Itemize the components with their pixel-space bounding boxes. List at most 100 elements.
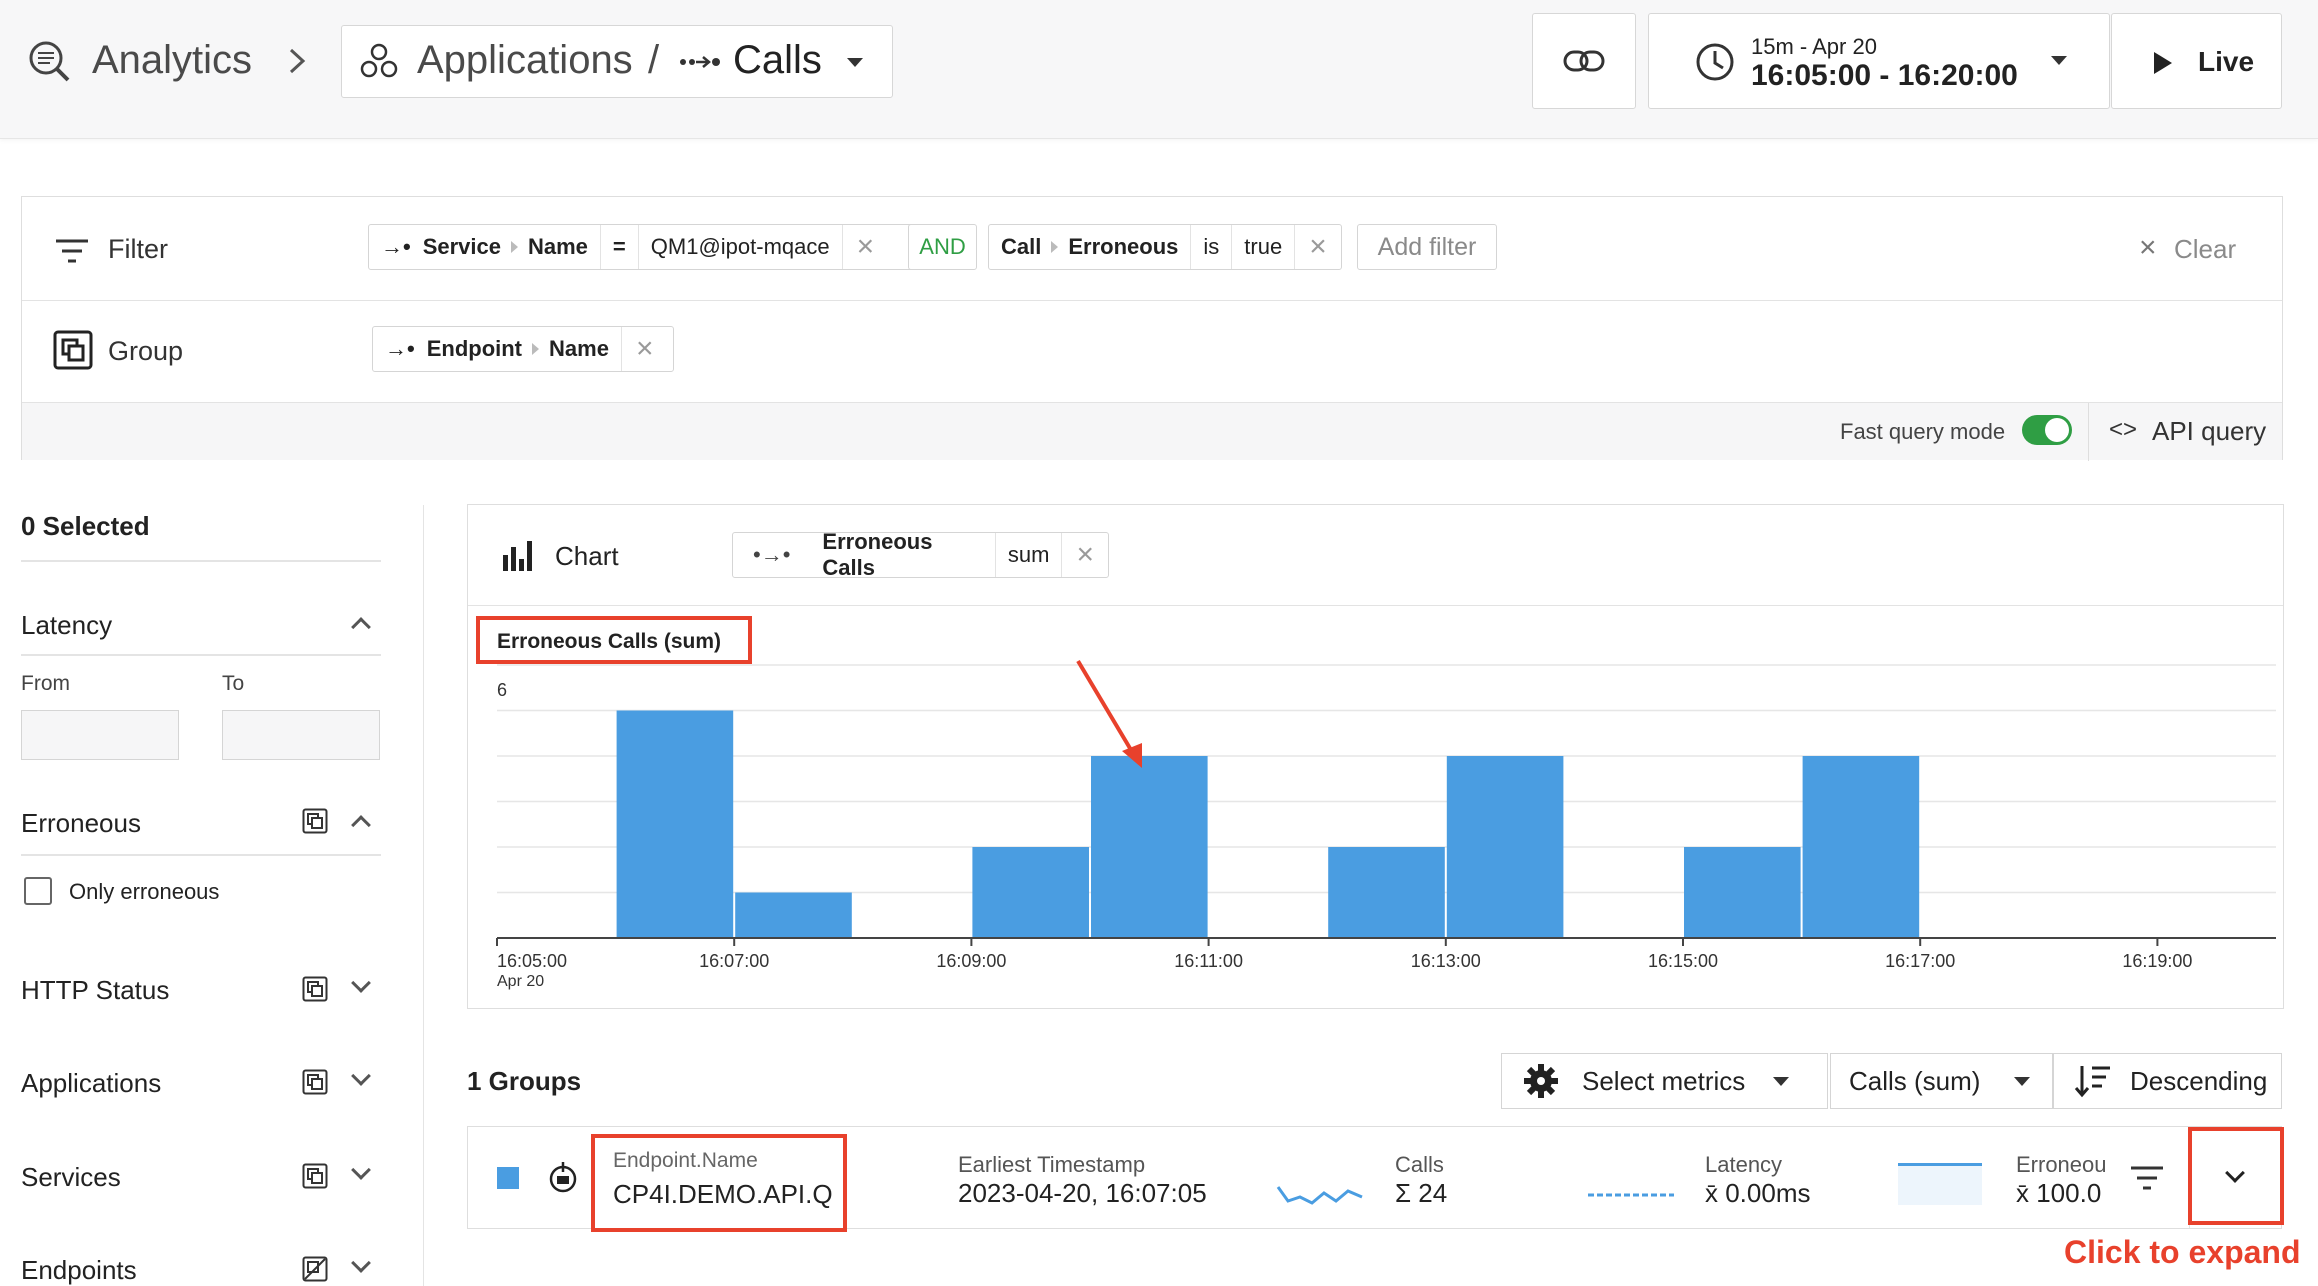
bar-16:10:30[interactable]	[1091, 756, 1208, 938]
erroneous-calls-bar-chart: 16:05:00 16:07:00 16:09:00 16:11:00 16:13:00…	[496, 664, 2276, 971]
http-status-section-title[interactable]: HTTP Status	[21, 975, 169, 1006]
separator-icon	[511, 241, 518, 253]
services-section-title[interactable]: Services	[21, 1162, 121, 1193]
copy-icon[interactable]	[302, 1163, 328, 1189]
expand-icon[interactable]	[351, 1160, 371, 1180]
gear-icon	[1524, 1064, 1558, 1098]
erroneous-value: x̄ 100.0	[2016, 1178, 2102, 1208]
latency-to-label: To	[222, 672, 245, 695]
copy-icon[interactable]	[302, 1069, 328, 1095]
top-bar: Analytics Applications / Calls 15m - Apr…	[0, 0, 2318, 139]
timestamp-label: Earliest Timestamp	[958, 1152, 1146, 1177]
separator-icon	[532, 343, 540, 355]
select-metrics-label: Select metrics	[1582, 1065, 1746, 1096]
endpoints-section-title[interactable]: Endpoints	[21, 1255, 137, 1286]
sort-order-button[interactable]: Descending	[2053, 1053, 2282, 1109]
remove-group-icon[interactable]: ×	[622, 327, 668, 371]
fast-query-toggle[interactable]	[2022, 415, 2072, 445]
copy-icon[interactable]	[302, 976, 328, 1002]
clear-filters-button[interactable]: Clear	[2174, 234, 2236, 265]
breadcrumb-analytics[interactable]: Analytics	[92, 38, 252, 83]
latency-to-input[interactable]	[222, 710, 380, 760]
filter-and-operator[interactable]: AND	[908, 224, 977, 270]
live-label: Live	[2198, 46, 2255, 77]
expand-icon[interactable]	[351, 973, 371, 993]
dropdown-arrow-icon	[1773, 1076, 1790, 1086]
latency-from-label: From	[21, 672, 70, 695]
calls-value: Σ 24	[1395, 1178, 1448, 1208]
bar-16:12:30[interactable]	[1328, 847, 1445, 938]
view-separator: /	[648, 38, 660, 82]
clear-icon: ×	[2139, 231, 2157, 264]
latency-label: Latency	[1705, 1152, 1783, 1177]
fast-query-label: Fast query mode	[1840, 419, 2006, 444]
group-entity: Endpoint	[426, 336, 523, 361]
dropdown-arrow-icon	[847, 58, 863, 67]
api-query-button[interactable]: API query	[2152, 416, 2266, 447]
erroneous-sparkline	[1898, 1163, 1982, 1205]
filter-pill-call-erroneous[interactable]: Call Erroneous is true ×	[988, 224, 1342, 270]
dropdown-arrow-icon	[2051, 56, 2067, 65]
only-erroneous-label: Only erroneous	[69, 879, 220, 904]
copy-link-button[interactable]	[1532, 13, 1636, 109]
series-color-swatch	[497, 1167, 519, 1189]
filter-label: Filter	[108, 234, 168, 264]
bar-16:07:30[interactable]	[735, 892, 852, 939]
calls-label: Calls	[1395, 1152, 1444, 1177]
filter-icon[interactable]	[2129, 1164, 2165, 1192]
group-pill-endpoint-name[interactable]: →• Endpoint Name ×	[372, 326, 674, 372]
bar-16:15:30[interactable]	[1684, 847, 1801, 938]
only-erroneous-checkbox[interactable]	[24, 877, 52, 905]
filter-attribute: Erroneous	[1068, 225, 1192, 269]
chart-title-highlight	[476, 616, 752, 664]
expand-button-highlight	[2188, 1127, 2284, 1225]
add-filter-button[interactable]: Add filter	[1357, 224, 1497, 270]
x-tick-label: 16:17:00	[1885, 951, 1955, 971]
bar-16:09:30[interactable]	[972, 847, 1089, 938]
applications-section-title[interactable]: Applications	[21, 1068, 161, 1099]
collapse-icon[interactable]	[351, 617, 371, 637]
time-range-picker[interactable]: 15m - Apr 20 16:05:00 - 16:20:00	[1648, 13, 2110, 109]
click-to-expand-annotation: Click to expand	[2064, 1234, 2301, 1270]
bar-16:13:30[interactable]	[1446, 756, 1564, 938]
copy-icon[interactable]	[302, 808, 328, 834]
copy-icon[interactable]	[302, 1256, 328, 1282]
filter-attribute: Name	[528, 225, 601, 269]
sort-order-label: Descending	[2130, 1065, 2268, 1096]
latency-value: x̄ 0.00ms	[1705, 1178, 1811, 1208]
filter-operator: is	[1191, 225, 1233, 269]
sort-metric-select[interactable]: Calls (sum)	[1830, 1053, 2053, 1109]
x-tick-label: 16:05:00	[497, 951, 567, 971]
applications-icon	[360, 43, 398, 78]
expand-icon[interactable]	[351, 1066, 371, 1086]
select-metrics-button[interactable]: Select metrics	[1501, 1053, 1828, 1109]
chevron-right-icon	[289, 48, 306, 74]
view-selector[interactable]: Applications / Calls	[341, 25, 893, 98]
erroneous-section-title[interactable]: Erroneous	[21, 808, 141, 839]
live-button[interactable]: Live	[2111, 13, 2282, 109]
expand-icon[interactable]	[351, 1253, 371, 1273]
bar-16:06:30[interactable]	[616, 710, 734, 939]
time-range-value: 16:05:00 - 16:20:00	[1751, 59, 2018, 92]
filter-entity: Service	[422, 234, 501, 259]
latency-section-title[interactable]: Latency	[21, 610, 112, 641]
collapse-icon[interactable]	[351, 815, 371, 835]
filter-pill-service-name[interactable]: →• Service Name = QM1@ipot-mqace ×	[368, 224, 914, 270]
divider	[21, 560, 381, 562]
query-options-bar: Fast query mode <> API query	[22, 402, 2282, 461]
latency-from-input[interactable]	[21, 710, 179, 760]
separator-icon	[1051, 241, 1059, 253]
group-label: Group	[108, 336, 184, 366]
clock-icon	[1696, 43, 1734, 81]
remove-filter-icon[interactable]: ×	[1295, 225, 1341, 269]
remove-filter-icon[interactable]: ×	[843, 225, 889, 269]
divider	[21, 654, 381, 656]
filter-value: QM1@ipot-mqace	[639, 225, 843, 269]
x-tick-label: 16:19:00	[2122, 951, 2192, 971]
endpoint-icon: →•	[385, 336, 415, 361]
filter-value: true	[1232, 225, 1296, 269]
bar-16:16:30[interactable]	[1802, 756, 1920, 938]
annotation-arrow	[1076, 659, 1142, 768]
view-applications: Applications	[417, 38, 633, 82]
view-calls: Calls	[733, 38, 822, 82]
